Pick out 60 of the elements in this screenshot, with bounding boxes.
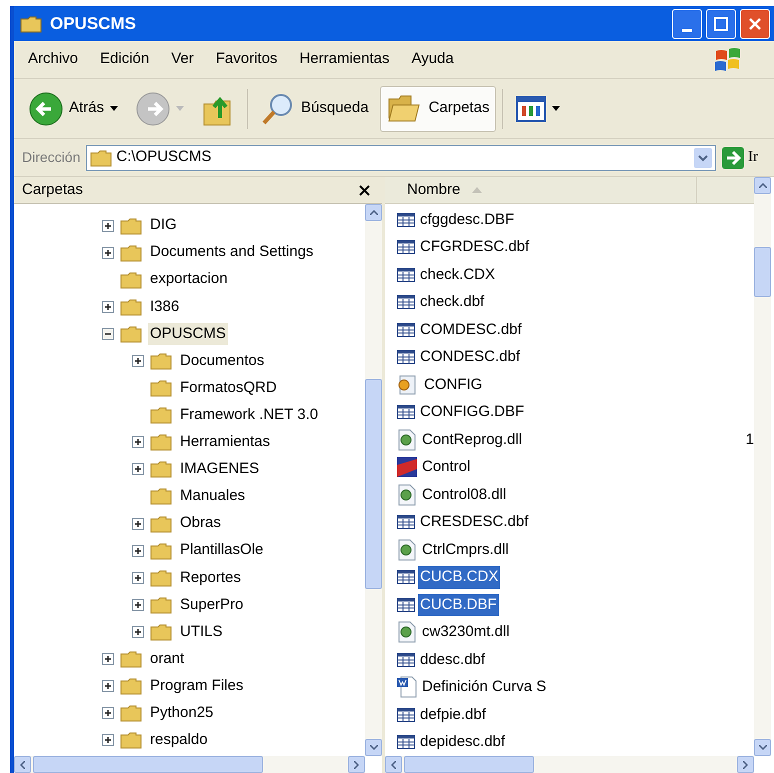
file-name[interactable]: ContReprog.dll: [420, 428, 524, 451]
file-name[interactable]: CONFIGG.DBF: [418, 401, 526, 424]
folder-item[interactable]: FormatosQRD: [178, 376, 279, 400]
folder-item[interactable]: DIG: [148, 214, 179, 237]
menu-item[interactable]: Ayuda: [411, 48, 454, 71]
file-name[interactable]: depidesc.dbf: [418, 731, 508, 754]
file-name[interactable]: check.CDX: [418, 264, 498, 286]
folders-button[interactable]: Carpetas: [380, 86, 496, 132]
address-field[interactable]: C:\OPUSCMS: [86, 144, 716, 170]
file-name[interactable]: CtrlCmprs.dll: [420, 538, 511, 561]
folder-item[interactable]: Documentos: [178, 350, 266, 372]
file-name[interactable]: check.dbf: [418, 291, 486, 314]
folder-item[interactable]: UTILS: [178, 620, 225, 644]
folder-item[interactable]: exportacion: [148, 268, 230, 291]
search-button[interactable]: Búsqueda: [254, 86, 376, 132]
folder-item[interactable]: respaldo: [148, 729, 210, 752]
file-name[interactable]: CUCB.DBF: [418, 594, 499, 616]
pane-title: Carpetas: [22, 180, 83, 200]
menu-item[interactable]: Edición: [100, 48, 150, 71]
folder-item[interactable]: SuperPro: [178, 594, 246, 616]
folder-item[interactable]: IMAGENES: [178, 458, 262, 481]
folder-item[interactable]: OPUSCMS: [148, 322, 228, 346]
file-name[interactable]: Control08.dll: [420, 484, 508, 506]
file-name[interactable]: cw3230mt.dll: [420, 621, 512, 644]
menu-item[interactable]: Herramientas: [299, 48, 390, 71]
file-name[interactable]: Control: [420, 456, 472, 478]
file-name[interactable]: cfggdesc.DBF: [418, 208, 516, 231]
folder-item[interactable]: Framework .NET 3.0: [178, 404, 320, 426]
tree-row[interactable]: Manuales: [14, 482, 365, 510]
tree-row[interactable]: Framework .NET 3.0: [14, 402, 365, 429]
file-name[interactable]: COMDESC.dbf: [418, 318, 524, 341]
folder-item[interactable]: Python25: [148, 702, 216, 724]
go-button[interactable]: Ir: [722, 146, 758, 169]
file-name[interactable]: CONFIG: [422, 374, 484, 396]
back-button[interactable]: Atrás: [22, 86, 126, 132]
address-text: C:\OPUSCMS: [116, 147, 212, 168]
file-name[interactable]: defpie.dbf: [418, 704, 488, 726]
tree-row[interactable]: exportacion: [14, 266, 365, 294]
file-name[interactable]: CUCB.CDX: [418, 566, 500, 588]
address-label: Dirección: [22, 148, 80, 167]
file-name[interactable]: CFGRDESC.dbf: [418, 236, 532, 258]
folder-item[interactable]: Reportes: [178, 566, 243, 590]
tree-row[interactable]: FormatosQRD: [14, 374, 365, 402]
menu-item[interactable]: Archivo: [28, 48, 78, 71]
menu-item[interactable]: Favoritos: [216, 48, 278, 71]
folder-item[interactable]: I386: [148, 296, 182, 318]
file-name[interactable]: CONDESC.dbf: [418, 346, 522, 368]
window-title: OPUSCMS: [50, 12, 136, 35]
file-name[interactable]: CRESDESC.dbf: [418, 511, 530, 534]
file-name[interactable]: Definición Curva S: [420, 676, 548, 698]
menu-item[interactable]: Ver: [171, 48, 194, 71]
folder-item[interactable]: Herramientas: [178, 431, 272, 454]
folder-item[interactable]: Manuales: [178, 485, 248, 508]
file-name[interactable]: ddesc.dbf: [418, 648, 488, 671]
file-size: 1: [746, 430, 754, 450]
folder-item[interactable]: Program Files: [148, 674, 246, 698]
folder-item[interactable]: Documents and Settings: [148, 241, 316, 264]
folder-item[interactable]: orant: [148, 648, 186, 670]
folder-item[interactable]: PlantillasOle: [178, 539, 266, 562]
folder-item[interactable]: Obras: [178, 512, 223, 535]
